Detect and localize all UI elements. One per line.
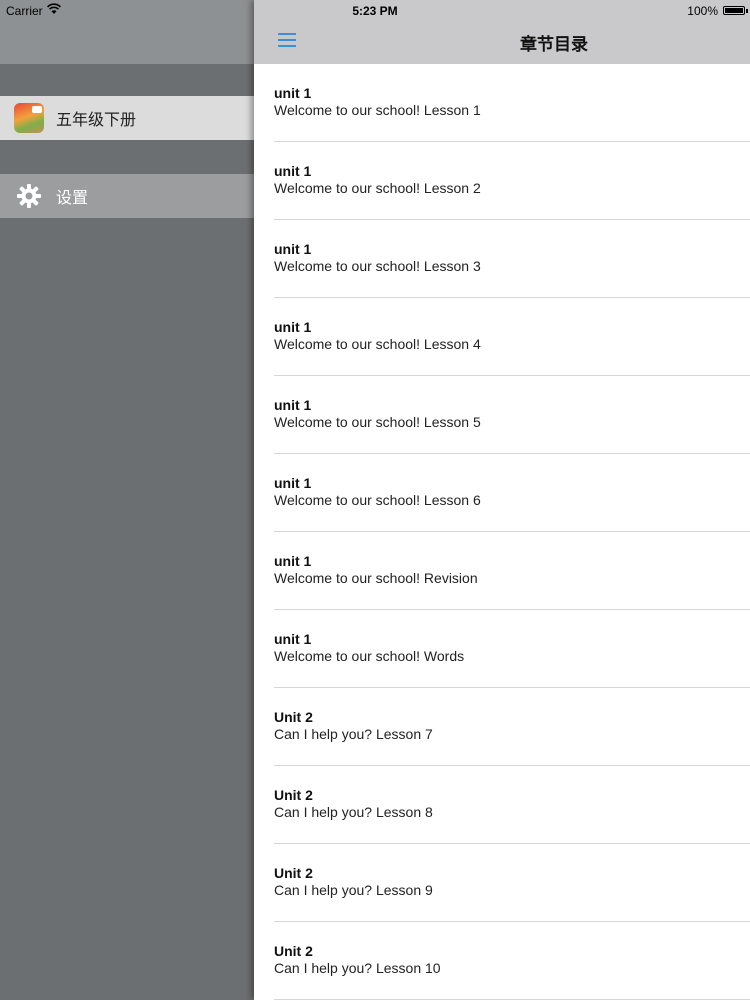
chapter-unit: unit 1	[274, 397, 312, 413]
chapter-unit: unit 1	[274, 85, 312, 101]
drawer-item-label: 五年级下册	[56, 112, 137, 129]
drawer-item-book[interactable]: 五年级下册	[0, 96, 254, 140]
chapter-title: Welcome to our school! Words	[274, 648, 465, 664]
chapter-title: Welcome to our school! Lesson 6	[274, 492, 481, 508]
chapter-unit: unit 1	[274, 241, 312, 257]
chapter-row[interactable]: Unit 2 Can I help you? Lesson 10	[254, 922, 750, 1000]
chapter-title: Can I help you? Lesson 8	[274, 804, 433, 820]
chapter-row[interactable]: Unit 2 Can I help you? Lesson 9	[254, 844, 750, 922]
main-panel: 章节目录 unit 1 Welcome to our school! Lesson…	[254, 0, 750, 1000]
chapter-row[interactable]: unit 1 Welcome to our school! Revision	[254, 532, 750, 610]
chapter-row[interactable]: unit 1 Welcome to our school! Lesson 6	[254, 454, 750, 532]
chapter-unit: Unit 2	[274, 787, 313, 803]
chapter-title: Welcome to our school! Lesson 3	[274, 258, 481, 274]
chapter-row[interactable]: unit 1 Welcome to our school! Words	[254, 610, 750, 688]
chapter-title: Welcome to our school! Lesson 5	[274, 414, 481, 430]
hamburger-menu-icon[interactable]	[278, 32, 296, 48]
chapter-title: Can I help you? Lesson 9	[274, 882, 433, 898]
status-time: 5:23 PM	[352, 4, 398, 18]
book-cover-icon	[14, 103, 44, 133]
status-bar: Carrier 5:23 PM 100%	[0, 0, 750, 22]
chapter-row[interactable]: unit 1 Welcome to our school! Lesson 1	[254, 64, 750, 142]
chapter-unit: unit 1	[274, 163, 312, 179]
chapter-title: Can I help you? Lesson 10	[274, 960, 441, 976]
chapter-unit: unit 1	[274, 631, 312, 647]
battery-percent: 100%	[687, 4, 718, 18]
drawer-item-label: 设置	[56, 190, 89, 207]
chapter-row[interactable]: unit 1 Welcome to our school! Lesson 2	[254, 142, 750, 220]
chapter-row[interactable]: Unit 2 Can I help you? Lesson 7	[254, 688, 750, 766]
chapter-title: Welcome to our school! Lesson 1	[274, 102, 481, 118]
chapter-row[interactable]: unit 1 Welcome to our school! Lesson 3	[254, 220, 750, 298]
chapter-unit: unit 1	[274, 553, 312, 569]
chapter-unit: Unit 2	[274, 943, 313, 959]
chapter-unit: unit 1	[274, 475, 312, 491]
side-drawer: 五年级下册 设置	[0, 0, 254, 1000]
chapter-row[interactable]: Unit 2 Can I help you? Lesson 8	[254, 766, 750, 844]
chapter-title: Welcome to our school! Lesson 2	[274, 180, 481, 196]
chapter-title: Welcome to our school! Lesson 4	[274, 336, 481, 352]
gear-icon	[17, 184, 41, 208]
page-title: 章节目录	[520, 35, 588, 54]
drawer-item-settings[interactable]: 设置	[0, 174, 254, 218]
chapter-title: Welcome to our school! Revision	[274, 570, 478, 586]
battery-icon	[723, 6, 748, 15]
chapter-unit: Unit 2	[274, 865, 313, 881]
chapter-list: unit 1 Welcome to our school! Lesson 1 uni…	[254, 64, 750, 1000]
chapter-row[interactable]: unit 1 Welcome to our school! Lesson 4	[254, 298, 750, 376]
chapter-row[interactable]: unit 1 Welcome to our school! Lesson 5	[254, 376, 750, 454]
chapter-unit: unit 1	[274, 319, 312, 335]
chapter-unit: Unit 2	[274, 709, 313, 725]
chapter-title: Can I help you? Lesson 7	[274, 726, 433, 742]
